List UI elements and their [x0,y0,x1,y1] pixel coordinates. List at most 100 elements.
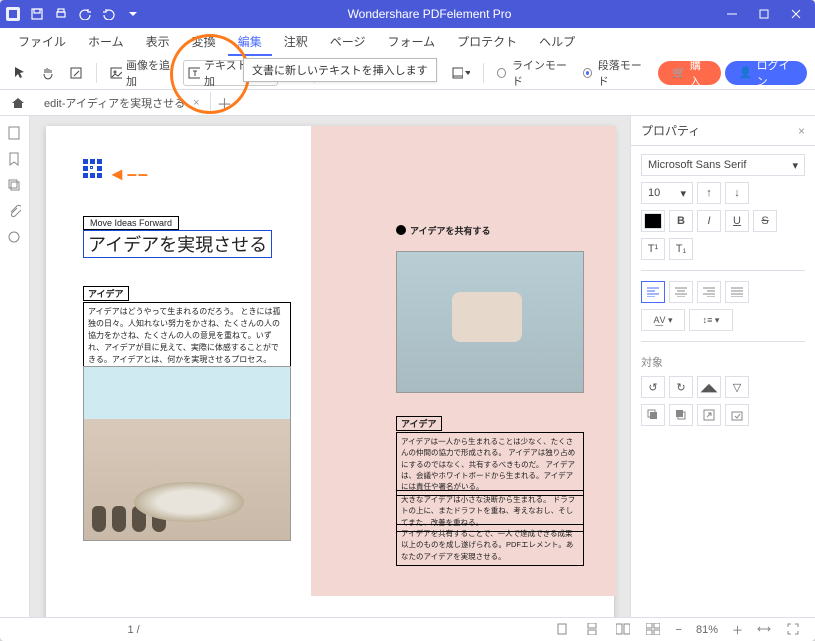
replace-button[interactable] [725,404,749,426]
paragraph-mode-radio[interactable]: 段落モード [578,60,650,86]
menu-page[interactable]: ページ [320,29,376,56]
menu-help[interactable]: ヘルプ [529,29,585,56]
align-left-button[interactable] [641,281,665,303]
menu-protect[interactable]: プロテクト [447,29,527,56]
underline-button[interactable]: U [725,210,749,232]
left-rail [0,116,30,617]
menu-file[interactable]: ファイル [8,29,76,56]
print-icon[interactable] [52,5,70,23]
menu-edit[interactable]: 編集 [228,29,272,56]
home-tab-icon[interactable] [8,93,28,113]
view-facing-cont-icon[interactable] [646,623,662,637]
rotate-cw-button[interactable]: ↻ [669,376,693,398]
doc-title[interactable]: アイデアを実現させる [83,230,272,258]
app-logo-icon [4,5,22,23]
line-spacing-button[interactable]: ↕≡ ▾ [689,309,733,331]
zoom-in-button[interactable]: ＋ [732,622,743,638]
doc-share-heading[interactable]: アイデアを共有する [396,224,491,237]
zoom-level[interactable]: 81% [696,624,718,636]
comments-icon[interactable] [7,230,23,246]
doc-subheading[interactable]: Move Ideas Forward [83,216,179,230]
menu-comment[interactable]: 注釈 [274,29,318,56]
page-indicator[interactable]: 1 / [128,624,140,636]
extract-button[interactable] [697,404,721,426]
login-button[interactable]: 👤 ログイン [725,61,807,85]
page: ◄ – – Move Ideas Forward アイデアを実現させる アイデア… [46,126,614,617]
align-justify-button[interactable] [725,281,749,303]
menu-convert[interactable]: 変換 [182,29,226,56]
font-decrease-button[interactable]: ↓ [725,182,749,204]
doc-h-left[interactable]: アイデア [83,286,129,301]
bold-button[interactable]: B [669,210,693,232]
document-tab[interactable]: edit-アイディアを実現させる × [32,92,211,114]
align-center-button[interactable] [669,281,693,303]
panel-close-icon[interactable]: × [798,124,805,138]
close-button[interactable] [781,2,811,26]
menu-view[interactable]: 表示 [136,29,180,56]
doc-h-right[interactable]: アイデア [396,416,442,431]
fullscreen-icon[interactable] [787,623,803,637]
properties-panel: プロパティ × Microsoft Sans Serif ▾ 10▾ ↑ ↓ B… [630,116,815,617]
doc-image-pottery[interactable] [83,366,291,541]
buy-button[interactable]: 🛒 購入 [658,61,721,85]
title-bar: Wondershare PDFelement Pro [0,0,815,28]
tab-label: edit-アイディアを実現させる [44,95,185,111]
edit-tool-icon[interactable] [64,60,88,86]
chevron-down-icon: ▾ [792,159,798,172]
hand-tool-icon[interactable] [36,60,60,86]
bates-tool-icon[interactable] [446,60,475,86]
insertion-marker[interactable] [83,159,103,179]
bookmarks-icon[interactable] [7,152,23,168]
menu-bar: ファイル ホーム 表示 変換 編集 注釈 ページ フォーム プロテクト ヘルプ [0,28,815,56]
doc-block-left[interactable]: アイデアはどうやって生まれるのだろう。 ときには孤独の日々。人知れない努力をかさ… [83,302,291,370]
select-tool-icon[interactable] [8,60,32,86]
line-mode-radio[interactable]: ラインモード [492,60,574,86]
tab-strip: edit-アイディアを実現させる × ＋ [0,90,815,116]
add-image-label: 画像を追加 [126,57,174,89]
arrow-annotation-icon: ◄ – – [108,164,146,185]
view-facing-icon[interactable] [616,623,632,637]
view-continuous-icon[interactable] [586,623,602,637]
tab-close-icon[interactable]: × [193,97,199,109]
attachments-icon[interactable] [7,204,23,220]
font-increase-button[interactable]: ↑ [697,182,721,204]
object-section-label: 対象 [641,354,805,370]
thumbnails-icon[interactable] [7,126,23,142]
undo-icon[interactable] [76,5,94,23]
font-family-select[interactable]: Microsoft Sans Serif ▾ [641,154,805,176]
save-icon[interactable] [28,5,46,23]
add-image-button[interactable]: 画像を追加 [105,60,179,86]
add-text-tooltip: 文書に新しいテキストを挿入します [243,58,437,82]
document-canvas[interactable]: ◄ – – Move Ideas Forward アイデアを実現させる アイデア… [30,116,630,617]
bring-front-button[interactable] [641,404,665,426]
send-back-button[interactable] [669,404,693,426]
view-single-icon[interactable] [556,623,572,637]
doc-image-mug[interactable] [396,251,584,393]
flip-h-button[interactable]: ◢◣ [697,376,721,398]
titlebar-dropdown-icon[interactable] [124,5,142,23]
menu-form[interactable]: フォーム [377,29,445,56]
layers-icon[interactable] [7,178,23,194]
fit-width-icon[interactable] [757,623,773,637]
strike-button[interactable]: S [753,210,777,232]
italic-button[interactable]: I [697,210,721,232]
align-right-button[interactable] [697,281,721,303]
new-tab-button[interactable]: ＋ [215,91,235,115]
redo-icon[interactable] [100,5,118,23]
font-size-select[interactable]: 10▾ [641,182,693,204]
doc-block-r3[interactable]: アイデアを共有することで、一人で達成できる成果以上のものを成し遂げられる。PDF… [396,524,584,566]
char-spacing-button[interactable]: A͟V ▾ [641,309,685,331]
maximize-button[interactable] [749,2,779,26]
doc-block-r1[interactable]: アイデアは一人から生まれることは少なく、たくさんの仲間の協力で形成される。 アイ… [396,432,584,496]
menu-home[interactable]: ホーム [78,29,134,56]
subscript-button[interactable]: T₁ [669,238,693,260]
flip-v-button[interactable]: ▽ [725,376,749,398]
app-title: Wondershare PDFelement Pro [142,7,717,21]
font-color-button[interactable] [641,210,665,232]
panel-title: プロパティ [641,122,700,139]
zoom-out-button[interactable]: − [676,624,682,636]
superscript-button[interactable]: T¹ [641,238,665,260]
rotate-ccw-button[interactable]: ↺ [641,376,665,398]
minimize-button[interactable] [717,2,747,26]
status-bar: 1 / − 81% ＋ [0,617,815,641]
